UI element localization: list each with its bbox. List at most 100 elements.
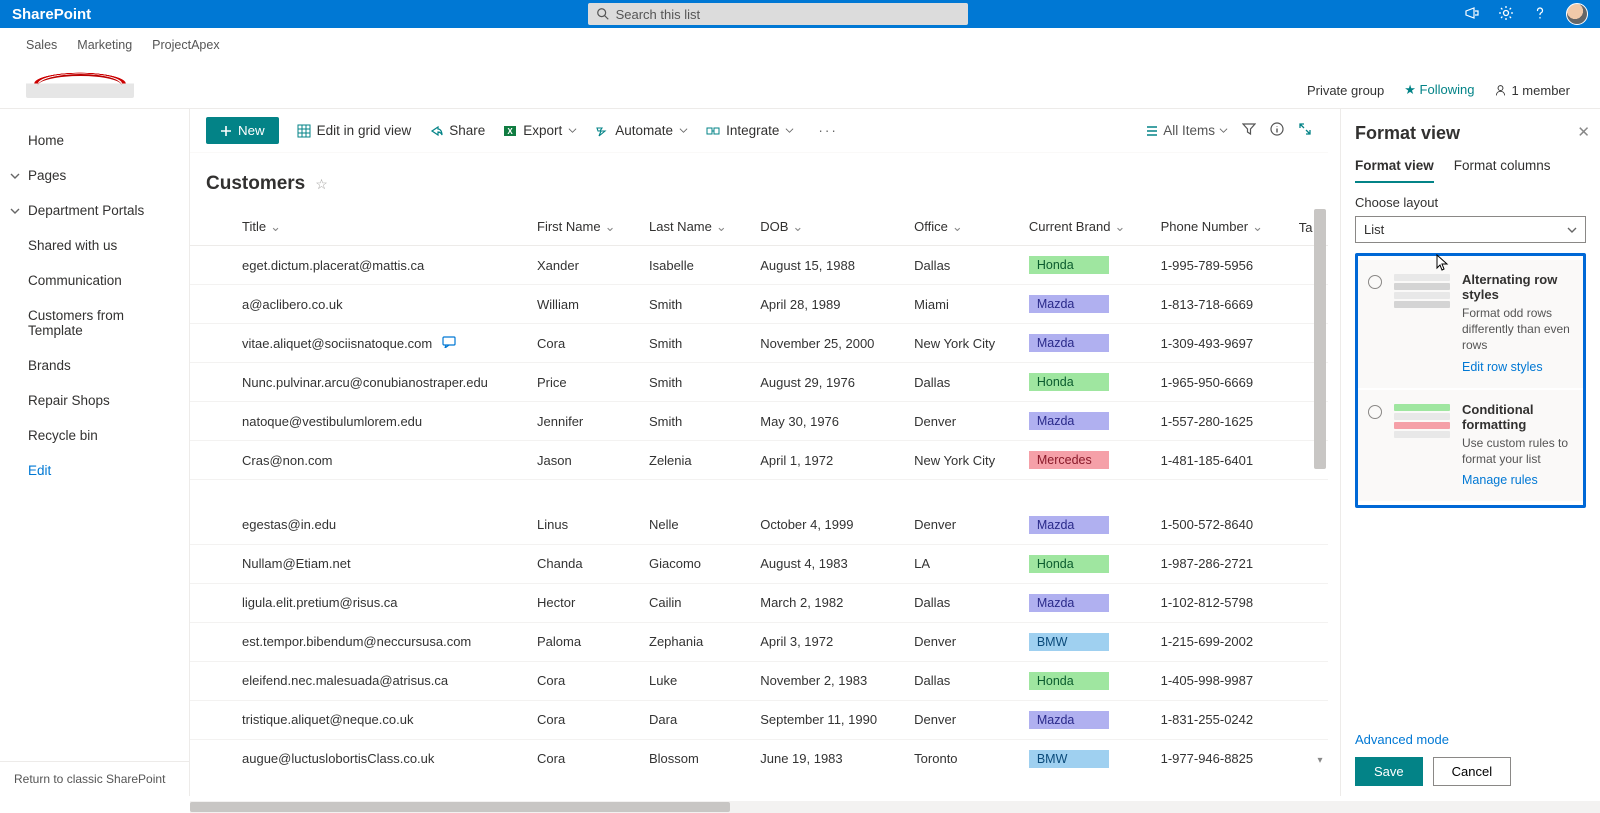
table-row[interactable]: augue@luctuslobortisClass.co.uk Cora Blo… — [190, 739, 1328, 769]
cell-first: William — [525, 285, 637, 324]
cell-phone: 1-557-280-1625 — [1149, 402, 1287, 441]
automate-button[interactable]: Automate — [595, 123, 688, 138]
cell-title[interactable]: a@aclibero.co.uk — [230, 285, 525, 324]
table-row[interactable]: a@aclibero.co.uk William Smith April 28,… — [190, 285, 1328, 324]
table-row[interactable]: egestas@in.edu Linus Nelle October 4, 19… — [190, 506, 1328, 545]
cancel-button[interactable]: Cancel — [1433, 757, 1511, 786]
cell-title[interactable]: egestas@in.edu — [230, 506, 525, 545]
cell-title[interactable]: augue@luctuslobortisClass.co.uk — [230, 739, 525, 769]
integrate-button[interactable]: Integrate — [706, 123, 794, 138]
table-row[interactable]: Nullam@Etiam.net Chanda Giacomo August 4… — [190, 544, 1328, 583]
expand-icon[interactable] — [1298, 122, 1312, 139]
command-bar-right: All Items — [1145, 122, 1312, 139]
table-row[interactable]: ligula.elit.pretium@risus.ca Hector Cail… — [190, 583, 1328, 622]
table-row[interactable]: eleifend.nec.malesuada@atrisus.ca Cora L… — [190, 661, 1328, 700]
user-avatar[interactable] — [1566, 3, 1588, 25]
cell-title[interactable]: eget.dictum.placerat@mattis.ca — [230, 246, 525, 285]
help-icon[interactable] — [1532, 5, 1548, 24]
filter-icon[interactable] — [1242, 122, 1256, 139]
chevron-down-icon — [1219, 126, 1228, 135]
tab-format-view[interactable]: Format view — [1355, 158, 1434, 183]
share-button[interactable]: Share — [429, 123, 485, 138]
following-toggle[interactable]: ★ Following — [1404, 82, 1474, 98]
save-button[interactable]: Save — [1355, 757, 1423, 786]
cell-last: Smith — [637, 324, 748, 363]
radio-alternating[interactable] — [1368, 275, 1382, 289]
hub-link[interactable]: Marketing — [77, 38, 132, 52]
return-classic-link[interactable]: Return to classic SharePoint — [0, 761, 189, 796]
advanced-mode-link[interactable]: Advanced mode — [1355, 720, 1586, 757]
radio-conditional[interactable] — [1368, 405, 1382, 419]
nav-brands[interactable]: Brands — [0, 348, 189, 383]
col-title[interactable]: Title⌄ — [230, 209, 525, 246]
close-icon[interactable]: ✕ — [1577, 123, 1590, 141]
cell-title[interactable]: Cras@non.com — [230, 441, 525, 480]
app-brand[interactable]: SharePoint — [12, 6, 91, 23]
cell-title[interactable]: Nullam@Etiam.net — [230, 544, 525, 583]
nav-customers-template[interactable]: Customers from Template — [0, 298, 189, 348]
col-dob[interactable]: DOB⌄ — [748, 209, 902, 246]
col-first[interactable]: First Name⌄ — [525, 209, 637, 246]
vertical-scrollbar[interactable]: ▾ — [1314, 209, 1326, 769]
members-link[interactable]: 1 member — [1494, 83, 1570, 98]
edit-row-styles-link[interactable]: Edit row styles — [1462, 360, 1543, 374]
export-button[interactable]: XExport — [503, 123, 577, 138]
edit-grid-button[interactable]: Edit in grid view — [297, 123, 412, 138]
card-conditional-formatting[interactable]: Conditional formatting Use custom rules … — [1358, 390, 1583, 501]
col-last[interactable]: Last Name⌄ — [637, 209, 748, 246]
table-row[interactable]: tristique.aliquet@neque.co.uk Cora Dara … — [190, 700, 1328, 739]
comment-icon[interactable] — [442, 336, 456, 348]
cell-phone: 1-102-812-5798 — [1149, 583, 1287, 622]
favorite-icon[interactable]: ☆ — [315, 176, 328, 193]
cell-phone: 1-813-718-6669 — [1149, 285, 1287, 324]
tab-format-columns[interactable]: Format columns — [1454, 158, 1551, 183]
cell-title[interactable]: natoque@vestibulumlorem.edu — [230, 402, 525, 441]
list-grid[interactable]: Title⌄ First Name⌄ Last Name⌄ DOB⌄ Offic… — [190, 209, 1328, 769]
cell-title[interactable]: eleifend.nec.malesuada@atrisus.ca — [230, 661, 525, 700]
horizontal-scrollbar[interactable] — [190, 801, 1600, 813]
cell-title[interactable]: est.tempor.bibendum@neccursusa.com — [230, 622, 525, 661]
hub-link[interactable]: ProjectApex — [152, 38, 219, 52]
search-box[interactable]: Search this list — [588, 3, 968, 25]
col-phone[interactable]: Phone Number⌄ — [1149, 209, 1287, 246]
layout-select[interactable]: List — [1355, 216, 1586, 243]
scrollbar-thumb[interactable] — [190, 802, 730, 812]
col-office[interactable]: Office⌄ — [902, 209, 1017, 246]
scroll-down-arrow[interactable]: ▾ — [1314, 755, 1326, 767]
table-row[interactable]: eget.dictum.placerat@mattis.ca Xander Is… — [190, 246, 1328, 285]
nav-home[interactable]: Home — [0, 123, 189, 158]
nav-communication[interactable]: Communication — [0, 263, 189, 298]
table-row[interactable]: vitae.aliquet@sociisnatoque.com Cora Smi… — [190, 324, 1328, 363]
table-row[interactable]: Nunc.pulvinar.arcu@conubianostraper.edu … — [190, 363, 1328, 402]
nav-pages[interactable]: Pages — [0, 158, 189, 193]
hub-link[interactable]: Sales — [26, 38, 57, 52]
nav-edit[interactable]: Edit — [0, 453, 189, 488]
card-desc: Format odd rows differently than even ro… — [1462, 305, 1573, 354]
card-alternating-rows[interactable]: Alternating row styles Format odd rows d… — [1358, 260, 1583, 388]
more-actions[interactable]: ··· — [812, 123, 844, 138]
nav-shared[interactable]: Shared with us — [0, 228, 189, 263]
cell-title[interactable]: tristique.aliquet@neque.co.uk — [230, 700, 525, 739]
cell-title[interactable]: ligula.elit.pretium@risus.ca — [230, 583, 525, 622]
col-brand[interactable]: Current Brand⌄ — [1017, 209, 1149, 246]
cell-brand: Mazda — [1017, 285, 1149, 324]
table-row[interactable]: Cras@non.com Jason Zelenia April 1, 1972… — [190, 441, 1328, 480]
cell-title[interactable]: Nunc.pulvinar.arcu@conubianostraper.edu — [230, 363, 525, 402]
table-row[interactable]: est.tempor.bibendum@neccursusa.com Palom… — [190, 622, 1328, 661]
scrollbar-thumb[interactable] — [1314, 209, 1326, 469]
manage-rules-link[interactable]: Manage rules — [1462, 473, 1538, 487]
nav-repair-shops[interactable]: Repair Shops — [0, 383, 189, 418]
info-icon[interactable] — [1270, 122, 1284, 139]
cell-dob: August 15, 1988 — [748, 246, 902, 285]
new-button[interactable]: New — [206, 117, 279, 144]
cell-phone: 1-500-572-8640 — [1149, 506, 1287, 545]
gear-icon[interactable] — [1498, 5, 1514, 24]
megaphone-icon[interactable] — [1464, 5, 1480, 24]
nav-recycle-bin[interactable]: Recycle bin — [0, 418, 189, 453]
table-row[interactable]: natoque@vestibulumlorem.edu Jennifer Smi… — [190, 402, 1328, 441]
nav-dept-portals[interactable]: Department Portals — [0, 193, 189, 228]
site-logo[interactable] — [26, 62, 134, 98]
cell-last: Blossom — [637, 739, 748, 769]
cell-title[interactable]: vitae.aliquet@sociisnatoque.com — [230, 324, 525, 363]
view-selector[interactable]: All Items — [1145, 123, 1228, 138]
